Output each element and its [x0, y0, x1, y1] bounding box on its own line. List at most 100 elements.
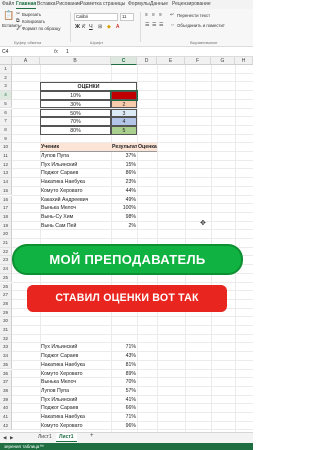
row-header[interactable]: 39: [0, 395, 12, 405]
student-result-cell[interactable]: 15%: [111, 161, 137, 170]
student-name-cell[interactable]: Накатика Наебука: [40, 413, 111, 422]
row-header[interactable]: 12: [0, 160, 12, 170]
fill-color-icon[interactable]: ◆: [107, 24, 111, 30]
row-header[interactable]: 14: [0, 178, 12, 187]
student-name-cell[interactable]: Пух Ильинский: [40, 161, 111, 170]
row-header[interactable]: 41: [0, 413, 12, 422]
row-header[interactable]: 34: [0, 352, 12, 361]
fx-icon[interactable]: fx: [54, 49, 58, 55]
grade-value-cell[interactable]: 4: [111, 117, 137, 126]
row-header[interactable]: 15: [0, 186, 12, 196]
formula-input[interactable]: 1: [66, 49, 69, 55]
student-grade-cell[interactable]: [137, 213, 157, 222]
student-name-cell[interactable]: Пух Ильинский: [40, 343, 111, 352]
row-header[interactable]: 37: [0, 378, 12, 387]
grade-threshold-cell[interactable]: 10%: [40, 91, 111, 100]
align-right-icon[interactable]: ☰: [159, 22, 163, 28]
row-header[interactable]: 20: [0, 230, 12, 239]
next-sheet-icon[interactable]: ▶: [10, 435, 13, 441]
row-header[interactable]: 25: [0, 273, 12, 283]
student-result-cell[interactable]: 71%: [111, 343, 137, 352]
student-name-cell[interactable]: Комуто Херовато: [40, 370, 111, 379]
student-grade-cell[interactable]: [137, 187, 157, 196]
student-grade-cell[interactable]: [137, 204, 157, 213]
row-header[interactable]: 17: [0, 204, 12, 213]
student-grade-cell[interactable]: [137, 396, 157, 405]
student-grade-cell[interactable]: [137, 169, 157, 178]
column-header[interactable]: F: [185, 57, 211, 65]
column-header[interactable]: H: [235, 57, 253, 65]
borders-icon[interactable]: ⊞: [98, 24, 102, 30]
column-header[interactable]: A: [12, 57, 40, 65]
row-header[interactable]: 11: [0, 152, 12, 161]
student-result-cell[interactable]: 98%: [111, 213, 137, 222]
students-table-header[interactable]: Оценка: [137, 143, 157, 152]
student-result-cell[interactable]: 81%: [111, 361, 137, 370]
row-header[interactable]: 26: [0, 282, 12, 292]
row-header[interactable]: 27: [0, 291, 12, 300]
cut-icon[interactable]: ✂: [16, 11, 20, 17]
student-result-cell[interactable]: 57%: [111, 387, 137, 396]
merge-button[interactable]: Объединить и поместит: [177, 23, 225, 28]
row-header[interactable]: 40: [0, 404, 12, 413]
student-grade-cell[interactable]: [137, 378, 157, 387]
row-header[interactable]: 3: [0, 82, 12, 92]
row-header[interactable]: 5: [0, 99, 12, 109]
student-result-cell[interactable]: 86%: [111, 169, 137, 178]
row-header[interactable]: 6: [0, 108, 12, 118]
row-header[interactable]: 2: [0, 73, 12, 83]
grade-threshold-cell[interactable]: 70%: [40, 117, 111, 126]
student-name-cell[interactable]: Вынь-Су Хим: [40, 213, 111, 222]
ribbon-tab[interactable]: Данные: [150, 1, 168, 7]
grade-value-cell[interactable]: 2: [111, 99, 137, 109]
row-header[interactable]: 35: [0, 360, 12, 370]
row-header[interactable]: 7: [0, 117, 12, 126]
column-header[interactable]: D: [137, 57, 157, 65]
font-size-select[interactable]: 11: [120, 13, 134, 21]
format-painter-button[interactable]: Формат по образцу: [22, 26, 61, 31]
ribbon-tab[interactable]: Формулы: [128, 1, 150, 7]
sheet-tab[interactable]: Лист1: [38, 434, 52, 440]
prev-sheet-icon[interactable]: ◀: [3, 435, 6, 441]
student-result-cell[interactable]: 89%: [111, 370, 137, 379]
align-left-icon[interactable]: ☰: [145, 22, 149, 28]
underline-button[interactable]: Ч: [89, 24, 93, 30]
student-grade-cell[interactable]: [137, 413, 157, 422]
ribbon-tab[interactable]: Рисование: [56, 1, 81, 7]
student-grade-cell[interactable]: [137, 343, 157, 352]
student-grade-cell[interactable]: [137, 361, 157, 370]
row-header[interactable]: 36: [0, 369, 12, 379]
name-box[interactable]: C4: [2, 49, 8, 55]
student-result-cell[interactable]: 2%: [111, 222, 137, 231]
student-grade-cell[interactable]: [137, 196, 157, 205]
grade-threshold-cell[interactable]: 50%: [40, 108, 111, 118]
student-name-cell[interactable]: Поджог Сараев: [40, 169, 111, 178]
student-result-cell[interactable]: 96%: [111, 422, 137, 431]
align-center-icon[interactable]: ☰: [152, 22, 156, 28]
student-grade-cell[interactable]: [137, 152, 157, 161]
column-header[interactable]: B: [40, 57, 111, 65]
student-result-cell[interactable]: 41%: [111, 396, 137, 405]
grade-value-cell[interactable]: 3: [111, 108, 137, 118]
row-header[interactable]: 13: [0, 169, 12, 179]
student-grade-cell[interactable]: [137, 352, 157, 361]
paste-icon[interactable]: 📋: [3, 11, 14, 20]
merge-icon[interactable]: ⇔: [170, 22, 175, 28]
row-header[interactable]: 1: [0, 65, 12, 74]
student-result-cell[interactable]: 43%: [111, 352, 137, 361]
row-header[interactable]: 21: [0, 239, 12, 248]
student-name-cell[interactable]: Накатика Наебука: [40, 178, 111, 187]
student-grade-cell[interactable]: [137, 387, 157, 396]
student-grade-cell[interactable]: [137, 161, 157, 170]
row-header[interactable]: 28: [0, 299, 12, 309]
row-header[interactable]: 8: [0, 125, 12, 135]
student-name-cell[interactable]: Лупов Пупа: [40, 152, 111, 161]
ribbon-tab[interactable]: Разметка страницы: [80, 1, 125, 7]
student-grade-cell[interactable]: [137, 370, 157, 379]
cut-button[interactable]: Вырезать: [22, 12, 41, 17]
font-color-icon[interactable]: A: [116, 24, 119, 30]
student-result-cell[interactable]: 37%: [111, 152, 137, 161]
student-name-cell[interactable]: Вынька Мелоч: [40, 378, 111, 387]
student-name-cell[interactable]: Комуто Херовато: [40, 187, 111, 196]
align-middle-icon[interactable]: ≡: [152, 12, 155, 18]
